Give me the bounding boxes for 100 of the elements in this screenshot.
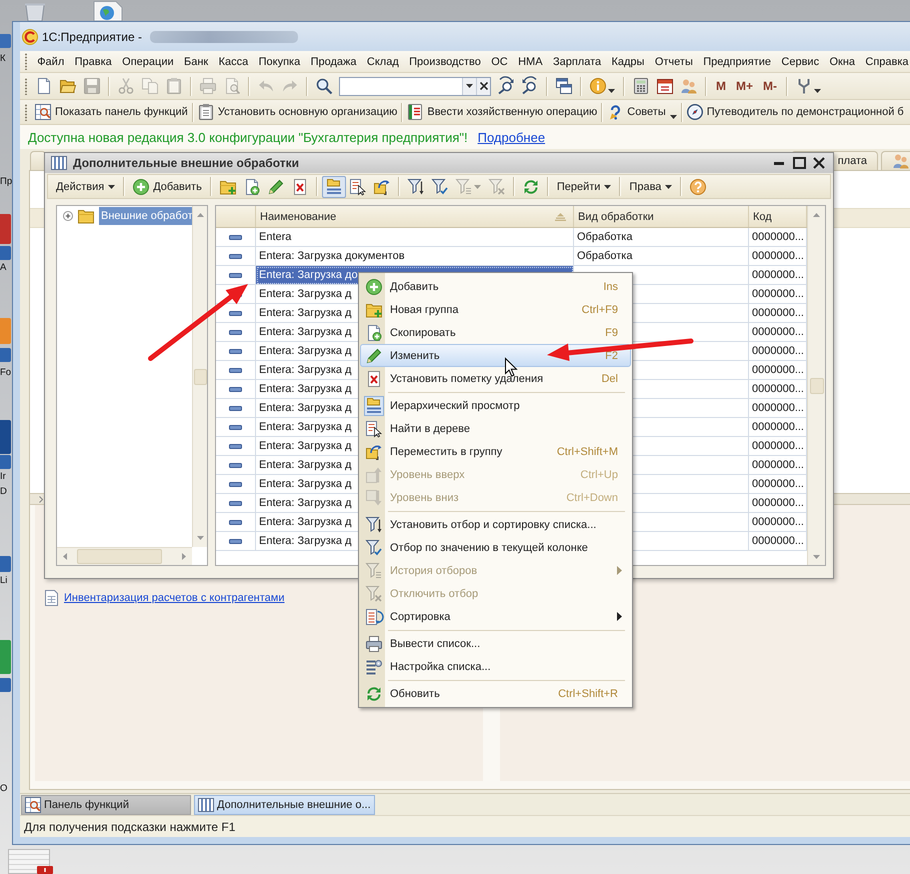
menu-item[interactable]: Операции [116,52,179,72]
page-magnifier-icon [224,78,240,94]
report-link[interactable]: Инвентаризация расчетов с контрагентами [64,592,284,604]
info-icon [590,78,606,94]
scroll-right-arrow-icon[interactable] [182,553,186,560]
scroll-thumb[interactable] [810,378,824,394]
menu-item[interactable]: Правка [69,52,117,72]
ledger-icon [407,104,424,120]
menu-item[interactable]: Кадры [606,52,650,72]
memory-button[interactable]: M+ [731,75,758,97]
table-icon [198,796,214,812]
scroll-left-arrow-icon[interactable] [63,553,67,560]
shortcut-text: Ctrl+Up [580,468,618,480]
menu-item[interactable]: Изменить F2 [360,344,631,367]
dash-icon [229,444,242,448]
grip-handle[interactable] [24,78,28,94]
business-operation-button[interactable]: Ввести хозяйственную операцию [404,101,600,123]
scroll-down-arrow-icon[interactable] [196,536,204,540]
menu-item[interactable]: Предприятие [698,52,776,72]
document-plus-icon [244,178,260,194]
tips-button[interactable]: Советы [604,101,680,123]
trash-bin-icon[interactable] [24,2,46,21]
menu-item[interactable]: Зарплата [548,52,606,72]
desktop-icon-label: К [0,53,6,65]
dropdown-menu-button[interactable]: Права [625,176,676,198]
memory-button[interactable]: M- [758,75,782,97]
dropdown-menu-button[interactable]: Перейти [552,176,616,198]
table-cell: 0000000... [749,437,807,456]
calendar-icon [657,78,673,94]
dash-icon [229,538,242,544]
menu-item[interactable]: Файл [32,52,70,72]
caret-icon [608,89,615,93]
table-cell: 0000000... [749,399,807,418]
window-tab[interactable]: Дополнительные внешние о... [194,794,375,814]
menu-item[interactable]: Сервис [776,52,824,72]
caret-icon [814,89,822,93]
window-title: 1С:Предприятие - [42,30,142,44]
dash-icon [229,348,242,354]
details-link[interactable]: Подробнее [478,130,546,144]
chevron-icon[interactable] [39,496,43,502]
shortcut-text: Ins [603,280,618,292]
window-tab[interactable]: Панель функций [21,794,191,814]
menu-item[interactable]: Вывести список... [360,632,631,655]
scrollbar[interactable] [807,206,825,565]
menu-item[interactable]: Покупка [253,52,306,72]
mouse-cursor-icon [505,358,517,377]
magnifier-grid-icon [25,796,41,812]
table-cell: Entera [256,228,574,247]
clear-icon[interactable] [480,82,488,90]
shortcut-text: Ctrl+F9 [582,304,618,316]
menu-item[interactable]: НМА [512,52,548,72]
guide-button[interactable]: Путеводитель по демонстрационной б [684,101,907,123]
table-cell: Обработка [574,228,749,247]
dash-icon [229,482,242,486]
pencil-icon [268,178,284,194]
dash-icon [229,406,242,410]
table-cell: 0000000... [749,228,807,247]
close-button[interactable] [811,155,827,171]
document-thumbnail[interactable] [8,849,50,874]
filter-remove-icon [488,178,505,194]
function-panel-button[interactable]: Показать панель функций [32,101,191,123]
menu-item[interactable]: Настройка списка... [360,655,631,678]
shortcut-text: F9 [605,326,618,338]
scroll-thumb[interactable] [194,368,206,384]
table-cell: 0000000... [749,532,807,551]
memory-button[interactable]: M [711,75,731,97]
menu-item[interactable]: Сортировка [360,605,631,628]
grip-handle[interactable] [24,53,28,70]
scroll-down-arrow-icon[interactable] [813,555,820,559]
hierarchy-button[interactable] [322,176,346,198]
maximize-button[interactable] [791,155,807,171]
scrollbar[interactable] [192,206,207,547]
column-header[interactable]: Вид обработки [574,206,749,227]
table-cell: 0000000... [749,285,807,304]
desktop-icon-label: Пр [0,176,12,188]
expand-icon[interactable] [63,211,73,221]
menu-item[interactable]: Продажа [305,52,362,72]
scroll-thumb[interactable] [77,549,162,564]
menu-item[interactable]: Склад [362,52,404,72]
folder-plus-icon [220,178,236,194]
menu-item[interactable]: Банк [178,52,214,72]
main-organization-button[interactable]: Установить основную организацию [194,101,400,123]
search-field[interactable] [339,76,491,96]
menu-item[interactable]: ОС [486,52,513,72]
menu-item[interactable]: Справка [860,52,910,72]
menu-item[interactable]: Окна [824,52,860,72]
scroll-up-arrow-icon[interactable] [813,213,820,217]
menu-item[interactable]: Касса [213,52,254,72]
grip-handle[interactable] [24,104,28,120]
menu-item[interactable]: Обновить Ctrl+Shift+R [360,682,631,705]
menu-item[interactable]: Отчеты [650,52,698,72]
menu-item[interactable]: Производство [404,52,486,72]
scroll-up-arrow-icon[interactable] [196,213,204,217]
table-cell: 0000000... [749,361,807,380]
table-cell: 0000000... [749,380,807,399]
add-button[interactable]: Добавить [129,176,206,198]
scrollbar[interactable] [57,547,192,565]
column-header[interactable]: Наименование [256,206,574,227]
workspace-tab[interactable] [881,151,910,170]
dropdown-menu-button[interactable]: Действия [52,176,120,198]
